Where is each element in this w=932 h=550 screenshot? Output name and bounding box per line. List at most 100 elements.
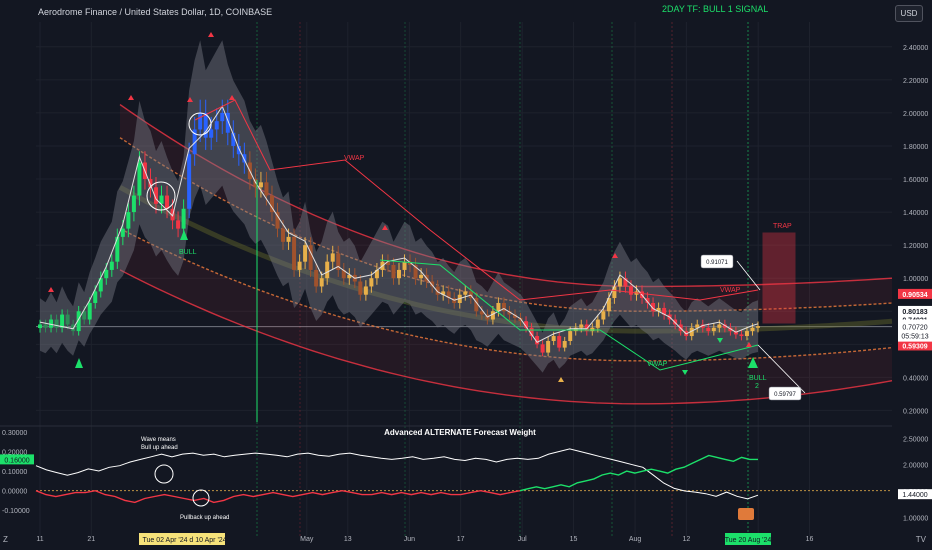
candle-body: [54, 319, 59, 328]
x-tick-label: May: [300, 536, 314, 543]
candle-body: [568, 331, 573, 342]
callout-value: 0.59797: [774, 392, 796, 398]
candle-body: [573, 327, 578, 332]
right-tick-label: 2.50000: [903, 436, 928, 443]
candle-body: [314, 269, 319, 287]
annotation-label: TRAP: [773, 223, 792, 230]
candle-body: [181, 208, 186, 229]
annotation-label: 2: [755, 383, 759, 390]
currency-button[interactable]: USD: [895, 5, 923, 22]
date-badge-text: d 10 Apr '24: [189, 537, 226, 544]
candle-body: [214, 121, 219, 130]
bull-icon: [738, 508, 754, 520]
candle-body: [739, 334, 744, 337]
candle-body: [104, 269, 109, 279]
countdown-text: 05:59:13: [901, 334, 928, 341]
candle-body: [303, 245, 308, 262]
x-tick-label: 16: [806, 536, 814, 543]
left-tick-label: 0.10000: [2, 469, 27, 476]
annotation-label: BULL: [749, 375, 767, 382]
candle-body: [756, 326, 760, 328]
candle-body: [628, 286, 633, 295]
candle-body: [286, 236, 291, 242]
y-tick-label: 1.40000: [903, 210, 928, 217]
date-badge-text: Tue 20 Aug '24: [725, 537, 772, 544]
candle-body: [120, 228, 125, 237]
tradingview-logo: TV: [915, 535, 926, 544]
oscillator-annotation: Bull up ahead: [141, 445, 178, 451]
candle-body: [402, 261, 407, 270]
candle-body: [551, 336, 556, 342]
callout-value: 0.91071: [706, 260, 728, 266]
candle-body: [87, 302, 92, 320]
candle-body: [93, 291, 98, 303]
y-tick-label: 1.60000: [903, 177, 928, 184]
timezone-toggle[interactable]: Z: [3, 535, 8, 544]
trap-zone: [762, 232, 796, 324]
candle-body: [601, 311, 606, 320]
y-tick-label: 1.80000: [903, 144, 928, 151]
candle-body: [220, 112, 225, 122]
candle-body: [258, 182, 263, 188]
x-tick-label: Jun: [404, 536, 415, 543]
candle-body: [419, 274, 424, 279]
candle-body: [60, 314, 65, 328]
candle-body: [43, 324, 48, 328]
candle-body: [330, 253, 335, 262]
candle-body: [595, 319, 600, 328]
date-badge-text: Tue 02 Apr '24: [142, 537, 187, 544]
candle-body: [281, 228, 286, 242]
price-badge-text: 0.90534: [902, 292, 927, 299]
annotation-label: VWAP: [720, 287, 741, 294]
candle-body: [165, 195, 170, 209]
right-value-text: 1.44000: [902, 492, 927, 499]
candle-body: [264, 182, 269, 196]
candle-body: [391, 264, 396, 279]
oscillator-annotation: Wave means: [141, 437, 176, 443]
candle-body: [540, 344, 545, 353]
x-tick-label: 21: [87, 536, 95, 543]
candle-body: [109, 261, 114, 270]
annotation-label: VWAP: [647, 361, 668, 368]
candle-body: [579, 324, 584, 328]
x-tick-label: 13: [344, 536, 352, 543]
candle-body: [358, 281, 363, 295]
candle-body: [126, 212, 131, 229]
left-tick-label: 0.00000: [2, 489, 27, 496]
candle-body: [198, 112, 203, 130]
annotation-label: BULL: [179, 249, 197, 256]
price-badge-text: 0.59309: [902, 343, 927, 350]
candle-body: [65, 314, 70, 325]
candle-body: [242, 154, 247, 163]
candle-body: [562, 341, 567, 348]
candle-body: [717, 324, 722, 328]
candle-body: [711, 327, 716, 332]
candle-body: [292, 236, 297, 270]
candle-body: [750, 327, 755, 332]
right-tick-label: 1.00000: [903, 515, 928, 522]
candle-body: [557, 336, 562, 348]
candle-body: [463, 291, 468, 295]
y-tick-label: 2.20000: [903, 78, 928, 85]
chart-title: Aerodrome Finance / United States Dollar…: [38, 7, 273, 17]
y-tick-label: 1.20000: [903, 243, 928, 250]
current-price-text: 0.70720: [902, 325, 927, 332]
y-tick-label: 0.20000: [903, 408, 928, 415]
candle-body: [176, 220, 181, 229]
y-tick-label: 0.40000: [903, 375, 928, 382]
x-tick-label: 17: [457, 536, 465, 543]
candle-body: [546, 341, 551, 353]
candle-body: [187, 154, 192, 209]
left-tick-label: -0.10000: [2, 508, 30, 515]
oscillator-annotation: Pullback up ahead: [180, 515, 229, 521]
annotation-label: VWAP: [344, 155, 365, 162]
candle-body: [369, 278, 374, 287]
oscillator-title: Advanced ALTERNATE Forecast Weight: [384, 428, 536, 437]
y-tick-label: 2.00000: [903, 111, 928, 118]
candle-body: [131, 195, 136, 213]
candle-body: [209, 129, 214, 138]
right-tick-label: 2.00000: [903, 463, 928, 470]
candle-body: [363, 286, 368, 295]
candle-body: [617, 278, 622, 287]
x-tick-label: 11: [36, 536, 43, 543]
